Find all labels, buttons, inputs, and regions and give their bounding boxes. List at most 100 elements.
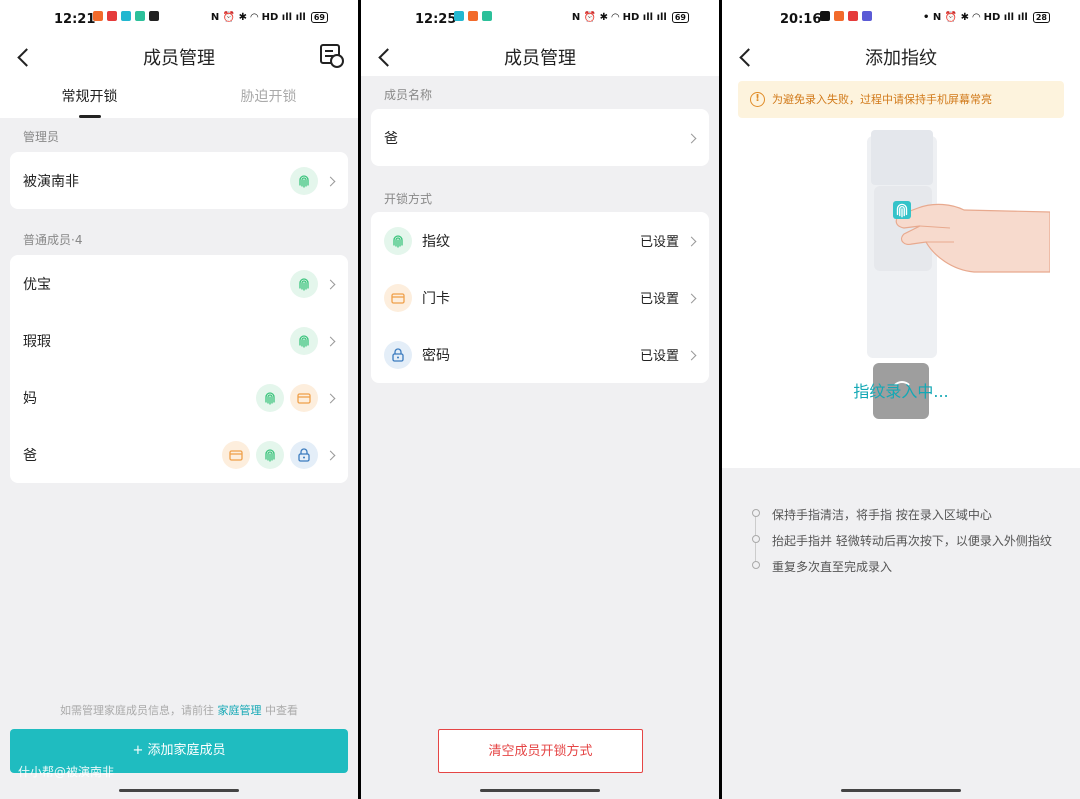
warning-icon: ! [750,92,765,107]
admin-card: 被演南非 [10,152,348,209]
system-icons: • N ⏰ ✱ ◠ HD ıll ıll 28 [923,12,1050,23]
notification-icons [820,11,872,21]
member-row[interactable]: 瑕瑕 [10,312,348,369]
status-bar: 12:21 N ⏰ ✱ ◠ HD ıll ıll 69 [0,0,358,40]
fingerprint-icon [384,226,412,255]
chevron-right-icon [326,176,336,186]
chevron-right-icon [687,236,697,246]
members-section-label: 普通成员·4 [23,233,83,247]
nav-bar: 成员管理 [361,40,719,76]
member-row[interactable]: 优宝 [10,255,348,312]
status-time: 20:16 [780,12,822,27]
system-icons: N ⏰ ✱ ◠ HD ıll ıll 69 [572,12,689,23]
status-time: 12:21 [54,12,96,27]
chevron-right-icon [326,393,336,403]
nav-bar: 成员管理 [0,40,358,76]
fingerprint-icon [256,440,284,469]
member-name-row[interactable]: 爸 [371,109,709,166]
recording-status: 指纹录入中... [853,382,949,401]
notice-text: 为避免录入失败，过程中请保持手机屏幕常亮 [772,93,992,106]
battery-icon: 69 [310,12,328,23]
chevron-right-icon [687,133,697,143]
footer-note: 如需管理家庭成员信息，请前往 家庭管理 中查看 [0,702,358,718]
member-name: 瑕瑕 [23,333,51,350]
member-row[interactable]: 妈 [10,369,348,426]
battery-icon: 69 [671,12,689,23]
status-bar: 20:16 • N ⏰ ✱ ◠ HD ıll ıll 28 [722,0,1080,40]
notification-icons [93,11,159,21]
name-section-label: 成员名称 [384,88,433,102]
home-indicator [841,789,961,792]
method-status: 已设置 [639,349,679,364]
clear-unlock-methods-button[interactable]: 清空成员开锁方式 [438,729,643,773]
fingerprint-icon [290,166,318,195]
family-management-link[interactable]: 家庭管理 [218,704,262,717]
unlock-section-label: 开锁方式 [384,192,433,206]
card-icon [384,283,412,312]
member-management-screen: 12:21 N ⏰ ✱ ◠ HD ıll ıll 69 成员管理 常规开锁 胁迫… [0,0,358,799]
tab-indicator [78,115,101,118]
card-icon [222,440,250,469]
method-row-password[interactable]: 密码 已设置 [371,326,709,383]
member-detail-screen: 12:25 N ⏰ ✱ ◠ HD ıll ıll 69 成员管理 成员名称 爸 … [361,0,719,799]
home-indicator [119,789,239,792]
tip-item: 保持手指清洁，将手指 按在录入区域中心 [750,506,1052,532]
add-fingerprint-screen: 20:16 • N ⏰ ✱ ◠ HD ıll ıll 28 添加指纹 ! 为避免… [722,0,1080,799]
page-title: 添加指纹 [865,48,937,69]
lock-icon [290,440,318,469]
tip-item: 重复多次直至完成录入 [750,558,1052,584]
method-status: 已设置 [639,292,679,307]
header: 20:16 • N ⏰ ✱ ◠ HD ıll ıll 28 添加指纹 [722,0,1080,81]
footer-suffix: 中查看 [265,704,298,717]
method-label: 门卡 [422,290,450,307]
chevron-right-icon [326,450,336,460]
door-lock-panel [871,130,933,185]
header: 12:25 N ⏰ ✱ ◠ HD ıll ıll 69 成员管理 [361,0,719,76]
method-row-fingerprint[interactable]: 指纹 已设置 [371,212,709,269]
method-status: 已设置 [639,235,679,250]
fingerprint-icon [256,383,284,412]
battery-icon: 28 [1032,12,1050,23]
status-time: 12:25 [415,12,457,27]
members-card: 优宝 瑕瑕 妈 爸 [10,255,348,483]
chevron-right-icon [687,350,697,360]
chevron-right-icon [687,293,697,303]
method-row-card[interactable]: 门卡 已设置 [371,269,709,326]
member-name: 优宝 [23,276,51,293]
tip-item: 抬起手指并 轻微转动后再次按下，以便录入外侧指纹 [750,532,1052,558]
tab-label: 胁迫开锁 [240,89,297,105]
status-bar: 12:25 N ⏰ ✱ ◠ HD ıll ıll 69 [361,0,719,40]
chevron-right-icon [326,279,336,289]
unlock-methods-card: 指纹 已设置 门卡 已设置 密码 已设置 [371,212,709,383]
admin-row[interactable]: 被演南非 [10,152,348,209]
member-name: 妈 [23,390,37,407]
system-icons: N ⏰ ✱ ◠ HD ıll ıll 69 [211,12,328,23]
fingerprint-icon [290,269,318,298]
record-icon[interactable] [320,44,344,68]
member-name: 爸 [23,447,37,464]
admin-name: 被演南非 [23,173,79,190]
tab-label: 常规开锁 [61,89,118,105]
fingerprint-icon [290,326,318,355]
fingerprint-icon [893,201,911,219]
tab-normal-unlock[interactable]: 常规开锁 [0,76,179,118]
notification-icons [454,11,492,21]
fingerprint-illustration: 指纹录入中... [722,118,1080,468]
page-title: 成员管理 [504,48,576,69]
member-name: 爸 [384,130,398,147]
home-indicator [480,789,600,792]
nav-bar: 添加指纹 [722,40,1080,76]
method-label: 指纹 [422,233,450,250]
member-row[interactable]: 爸 [10,426,348,483]
tips-list: 保持手指清洁，将手指 按在录入区域中心 抬起手指并 轻微转动后再次按下，以便录入… [750,506,1052,584]
page-title: 成员管理 [143,48,215,69]
tab-bar: 常规开锁 胁迫开锁 [0,76,358,118]
header: 12:21 N ⏰ ✱ ◠ HD ıll ıll 69 成员管理 常规开锁 胁迫… [0,0,358,118]
admin-section-label: 管理员 [23,130,60,144]
lock-icon [384,340,412,369]
card-icon [290,383,318,412]
tab-duress-unlock[interactable]: 胁迫开锁 [179,76,358,118]
watermark: 什小帮@被演南非 [18,765,115,779]
footer-prefix: 如需管理家庭成员信息，请前往 [60,704,214,717]
chevron-right-icon [326,336,336,346]
